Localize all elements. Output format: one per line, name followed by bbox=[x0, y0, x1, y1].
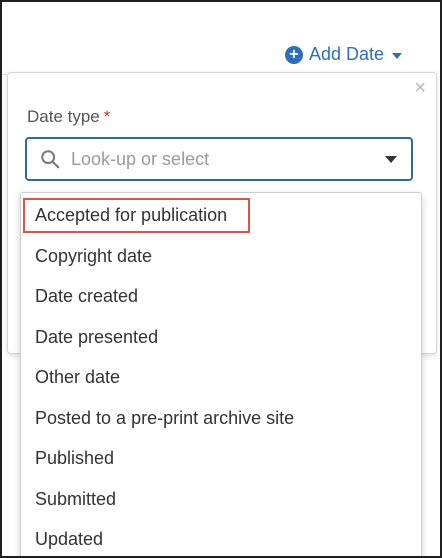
option-updated[interactable]: Updated bbox=[35, 529, 103, 550]
plus-circle-icon: + bbox=[284, 45, 303, 64]
close-icon[interactable]: × bbox=[414, 77, 426, 100]
add-date-button[interactable]: + Add Date bbox=[284, 44, 402, 65]
window-frame: + Add Date × Date type* Accepted for pub… bbox=[0, 0, 442, 558]
date-type-select[interactable] bbox=[25, 137, 413, 181]
option-accepted-for-publication[interactable]: Accepted for publication bbox=[35, 205, 227, 226]
option-date-created[interactable]: Date created bbox=[35, 286, 138, 307]
date-type-label-text: Date type bbox=[27, 107, 100, 126]
option-copyright-date[interactable]: Copyright date bbox=[35, 246, 152, 267]
option-other-date[interactable]: Other date bbox=[35, 367, 120, 388]
chevron-down-icon bbox=[392, 52, 402, 59]
search-icon bbox=[41, 150, 60, 169]
option-submitted[interactable]: Submitted bbox=[35, 489, 116, 510]
date-type-label: Date type * bbox=[27, 107, 110, 127]
add-date-label: Add Date bbox=[308, 44, 384, 64]
option-posted-to-preprint[interactable]: Posted to a pre-print archive site bbox=[35, 408, 294, 429]
header-bar: + Add Date bbox=[2, 14, 432, 75]
chevron-down-icon[interactable] bbox=[385, 156, 397, 163]
required-marker: * bbox=[103, 107, 111, 126]
option-date-presented[interactable]: Date presented bbox=[35, 327, 158, 348]
date-type-search-input[interactable] bbox=[69, 147, 373, 171]
date-type-options-list: Accepted for publication Copyright date … bbox=[20, 192, 422, 556]
option-published[interactable]: Published bbox=[35, 448, 114, 469]
